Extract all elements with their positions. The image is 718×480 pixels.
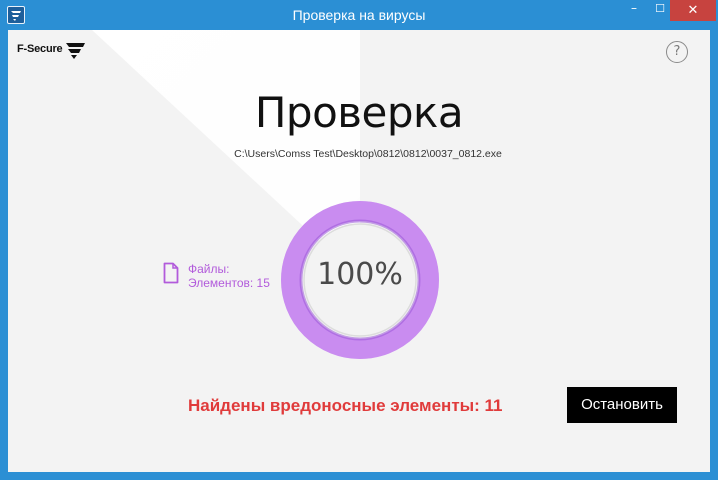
threats-found-message: Найдены вредоносные элементы: 11 bbox=[188, 396, 503, 415]
progress-percent: 100% bbox=[317, 257, 403, 292]
files-counter: Файлы: Элементов: 15 bbox=[188, 262, 270, 290]
help-button[interactable]: ? bbox=[666, 41, 688, 63]
minimize-button[interactable]: – bbox=[624, 0, 644, 22]
stop-button[interactable]: Остановить bbox=[567, 387, 677, 423]
files-label: Файлы: bbox=[188, 262, 230, 276]
current-file-path: C:\Users\Comss Test\Desktop\0812\0812\00… bbox=[234, 148, 502, 160]
logo-text: F-Secure bbox=[17, 43, 63, 55]
title-bar[interactable]: Проверка на вирусы – ☐ ✕ bbox=[0, 0, 718, 30]
file-icon bbox=[163, 262, 179, 284]
close-button[interactable]: ✕ bbox=[670, 0, 716, 21]
items-count: Элементов: 15 bbox=[188, 276, 270, 290]
f-secure-logo-icon bbox=[66, 43, 85, 59]
window-title: Проверка на вирусы bbox=[292, 7, 426, 23]
maximize-button[interactable]: ☐ bbox=[650, 0, 670, 22]
app-window: Проверка на вирусы – ☐ ✕ F-Secure ? Пров… bbox=[0, 0, 718, 480]
page-title: Проверка bbox=[254, 88, 464, 137]
scan-panel: F-Secure ? Проверка C:\Users\Comss Test\… bbox=[8, 30, 710, 472]
